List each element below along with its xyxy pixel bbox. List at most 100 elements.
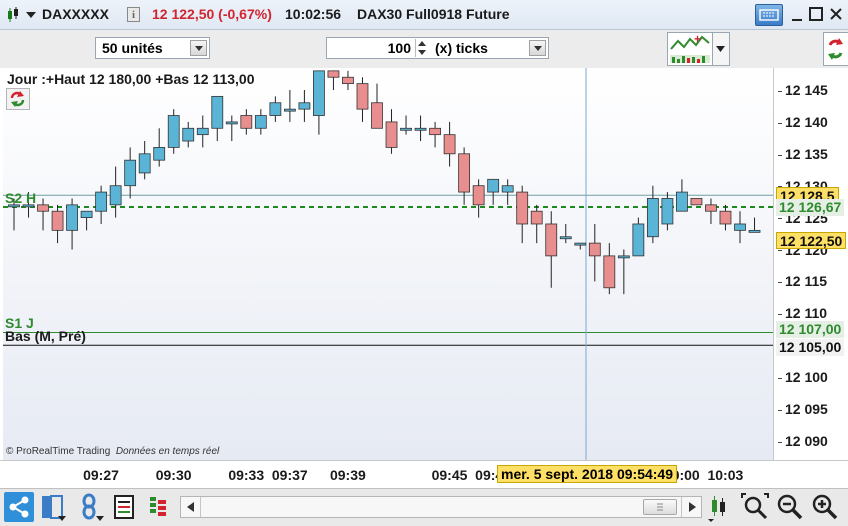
candle-body [501, 185, 514, 193]
time-tick-label: 10:03 [707, 467, 744, 483]
refresh-chart-button[interactable] [6, 88, 30, 110]
candle-body [109, 185, 122, 206]
candle-body [371, 102, 383, 129]
candle-body [80, 210, 93, 219]
candle-body [574, 242, 587, 246]
maximize-icon[interactable] [809, 7, 823, 21]
candle-body [603, 255, 616, 289]
candle-body [632, 223, 645, 257]
scroll-thumb[interactable] [643, 499, 677, 515]
zoom-in-button[interactable] [810, 492, 840, 522]
chart-area[interactable]: Jour :+Haut 12 180,00 +Bas 12 113,00 S2 … [0, 68, 848, 460]
candle-body [66, 204, 78, 231]
drawing-tool-button[interactable] [76, 492, 106, 522]
time-tick-label: 09:39 [329, 467, 366, 483]
minimize-icon[interactable] [790, 8, 804, 22]
order-book-button[interactable] [145, 492, 175, 522]
units-select-value: 50 unités [102, 40, 163, 56]
indicators-menu-button[interactable] [713, 32, 730, 66]
candle-body [734, 223, 746, 231]
units-select[interactable]: 50 unités [95, 37, 210, 59]
credit-provider: © ProRealTime Trading [6, 446, 111, 457]
credit-realtime: Données en temps réel [115, 446, 220, 457]
price-tick-label: 12 145 [778, 82, 828, 98]
candle-body [298, 102, 311, 110]
horizontal-scrollbar[interactable] [180, 496, 702, 518]
candle-body [138, 153, 151, 174]
time-axis[interactable]: 09:27 09:30 09:33 09:37 09:39 09:45 09:48 10:00… [0, 460, 848, 488]
candle-body [646, 198, 659, 238]
candle-body [167, 115, 180, 148]
daily-high-low-info: Jour :+Haut 12 180,00 +Bas 12 113,00 [7, 71, 255, 87]
order-list-button[interactable] [110, 492, 140, 522]
candle-body [342, 76, 354, 85]
candle-body [472, 185, 485, 206]
price-tick-label: 12 115 [778, 273, 827, 289]
info-icon[interactable]: i [127, 7, 140, 22]
refresh-side-button[interactable] [823, 32, 848, 66]
stepper-arrows-icon[interactable] [415, 39, 427, 57]
candle-body [559, 236, 572, 240]
candle-body [588, 242, 601, 257]
zoom-out-icon [777, 494, 803, 520]
monthly-low-label: Bas (M, Pré) [5, 328, 86, 344]
instrument-name: DAX30 Full0918 Future [357, 6, 510, 22]
bottom-toolbar [0, 488, 848, 526]
indicators-icon: + [670, 32, 710, 63]
candle-body [719, 210, 732, 225]
monthly-low-price-tag: 12 105,00 [776, 339, 845, 356]
price-tick-label: 12 140 [778, 114, 828, 130]
share-button[interactable] [4, 492, 34, 522]
grip-icon [657, 503, 663, 511]
candle-body [676, 191, 688, 212]
credit-text: © ProRealTime Trading Données en temps r… [6, 446, 219, 457]
ticks-stepper-value: 100 [387, 40, 411, 56]
candle-body [196, 127, 209, 136]
candle-body [487, 178, 500, 193]
window-layout-button[interactable] [38, 492, 68, 522]
indicators-button[interactable]: + [667, 32, 713, 66]
candle-settings-icon [708, 496, 725, 522]
candle-settings-button[interactable] [704, 492, 734, 522]
candle-body [327, 70, 340, 78]
share-icon [9, 496, 29, 518]
candle-body [429, 127, 441, 136]
s1-price-tag: 12 107,00 [776, 321, 845, 338]
auto-zoom-button[interactable] [740, 492, 770, 522]
candle-body [530, 210, 543, 225]
time-tick-label: 09:30 [155, 467, 192, 483]
candle-body [51, 210, 64, 231]
ticks-stepper[interactable]: 100 [326, 37, 430, 59]
price-plot[interactable]: Jour :+Haut 12 180,00 +Bas 12 113,00 S2 … [3, 68, 773, 460]
scroll-right-button[interactable] [681, 497, 701, 517]
refresh-icon [828, 38, 843, 60]
zoom-in-icon [812, 494, 838, 520]
candlestick-chart[interactable] [3, 68, 773, 460]
keyboard-button[interactable] [755, 4, 783, 26]
dropdown-arrow-icon[interactable] [26, 12, 36, 18]
arrow-left-icon [187, 502, 194, 512]
close-icon[interactable] [829, 7, 843, 21]
price-tick-label: 12 090 [778, 433, 828, 449]
symbol-name[interactable]: DAXXXXX [42, 6, 109, 22]
window-layout-icon [42, 495, 66, 521]
price-tick-label: 12 095 [778, 401, 828, 417]
time-tick-label: 09:27 [83, 467, 119, 483]
candle-body [211, 95, 224, 129]
candle-body [443, 134, 456, 155]
chevron-down-icon[interactable] [190, 40, 207, 56]
dashed-level-price-tag: 12 126,67 [776, 199, 845, 216]
candle-body [182, 127, 195, 142]
price-axis[interactable]: 12 14512 14012 13512 13012 12512 12012 1… [773, 68, 848, 460]
ticks-select[interactable]: (x) ticks [429, 37, 549, 59]
zoom-fit-icon [741, 493, 769, 520]
candlestick-app-icon [8, 7, 18, 22]
svg-text:+: + [694, 33, 701, 46]
candle-body [37, 204, 49, 212]
scroll-left-button[interactable] [181, 497, 201, 517]
zoom-out-button[interactable] [775, 492, 805, 522]
candle-body [269, 102, 282, 116]
crosshair-time-label: mer. 5 sept. 2018 09:54:49 [497, 465, 678, 483]
candle-body [516, 191, 529, 225]
chevron-down-icon[interactable] [529, 40, 546, 56]
